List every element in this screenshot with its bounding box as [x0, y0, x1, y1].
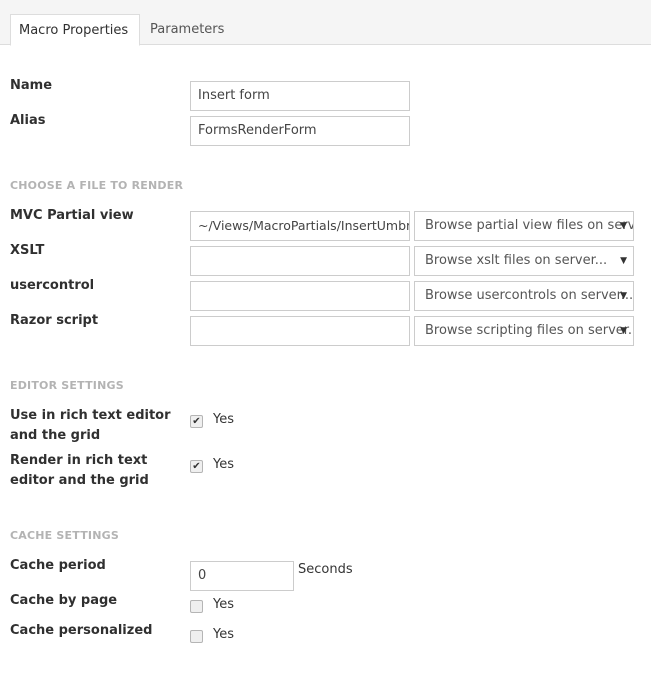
usercontrol-label: usercontrol: [10, 278, 95, 293]
render-in-rte-label: Render in rich text editor and the grid: [10, 451, 149, 491]
cache-period-input[interactable]: 0: [190, 561, 294, 591]
use-in-rte-label-line1: Use in rich text editor: [10, 408, 171, 423]
section-heading-cache: CACHE SETTINGS: [10, 529, 119, 542]
select-text: Browse usercontrols on server...: [425, 288, 634, 303]
tab-bar: Macro Properties Parameters: [0, 0, 651, 46]
usercontrol-select[interactable]: Browse usercontrols on server... ▼: [414, 281, 634, 311]
xslt-select[interactable]: Browse xslt files on server... ▼: [414, 246, 634, 276]
checkmark-icon: ✔: [192, 461, 201, 472]
cache-by-page-checkbox[interactable]: [190, 600, 203, 613]
cache-personalized-label: Cache personalized: [10, 623, 153, 638]
select-text: Browse partial view files on server...: [425, 218, 634, 233]
name-label: Name: [10, 78, 53, 93]
caret-down-icon: ▼: [620, 256, 627, 266]
select-text: Browse scripting files on server...: [425, 323, 634, 338]
section-heading-editor: EDITOR SETTINGS: [10, 379, 124, 392]
alias-label: Alias: [10, 113, 46, 128]
name-input[interactable]: Insert form: [190, 81, 410, 111]
tab-parameters[interactable]: Parameters: [142, 14, 232, 46]
cache-by-page-label: Cache by page: [10, 593, 118, 608]
use-in-rte-label: Use in rich text editor and the grid: [10, 406, 171, 446]
render-in-rte-label-line1: Render in rich text: [10, 453, 148, 468]
use-in-rte-checkbox[interactable]: ✔: [190, 415, 203, 428]
use-in-rte-label-line2: and the grid: [10, 428, 101, 443]
cache-period-label: Cache period: [10, 558, 106, 573]
razor-script-select[interactable]: Browse scripting files on server... ▼: [414, 316, 634, 346]
alias-input[interactable]: FormsRenderForm: [190, 116, 410, 146]
razor-script-input[interactable]: [190, 316, 410, 346]
cache-by-page-option-label: Yes: [213, 597, 234, 612]
mvc-partial-view-input[interactable]: ~/Views/MacroPartials/InsertUmbracoFormW…: [190, 211, 410, 241]
razor-script-label: Razor script: [10, 313, 99, 328]
cache-personalized-option-label: Yes: [213, 627, 234, 642]
cache-period-unit: Seconds: [298, 562, 353, 577]
xslt-label: XSLT: [10, 243, 45, 258]
checkmark-icon: ✔: [192, 416, 201, 427]
tab-macro-properties[interactable]: Macro Properties: [10, 14, 140, 46]
xslt-input[interactable]: [190, 246, 410, 276]
caret-down-icon: ▼: [620, 326, 627, 336]
render-in-rte-option-label: Yes: [213, 457, 234, 472]
use-in-rte-option-label: Yes: [213, 412, 234, 427]
select-text: Browse xslt files on server...: [425, 253, 608, 268]
mvc-partial-view-select[interactable]: Browse partial view files on server... ▼: [414, 211, 634, 241]
render-in-rte-checkbox[interactable]: ✔: [190, 460, 203, 473]
render-in-rte-label-line2: editor and the grid: [10, 473, 149, 488]
caret-down-icon: ▼: [620, 291, 627, 301]
cache-personalized-checkbox[interactable]: [190, 630, 203, 643]
mvc-partial-view-label: MVC Partial view: [10, 208, 134, 223]
usercontrol-input[interactable]: [190, 281, 410, 311]
section-heading-file: CHOOSE A FILE TO RENDER: [10, 179, 184, 192]
caret-down-icon: ▼: [620, 221, 627, 231]
